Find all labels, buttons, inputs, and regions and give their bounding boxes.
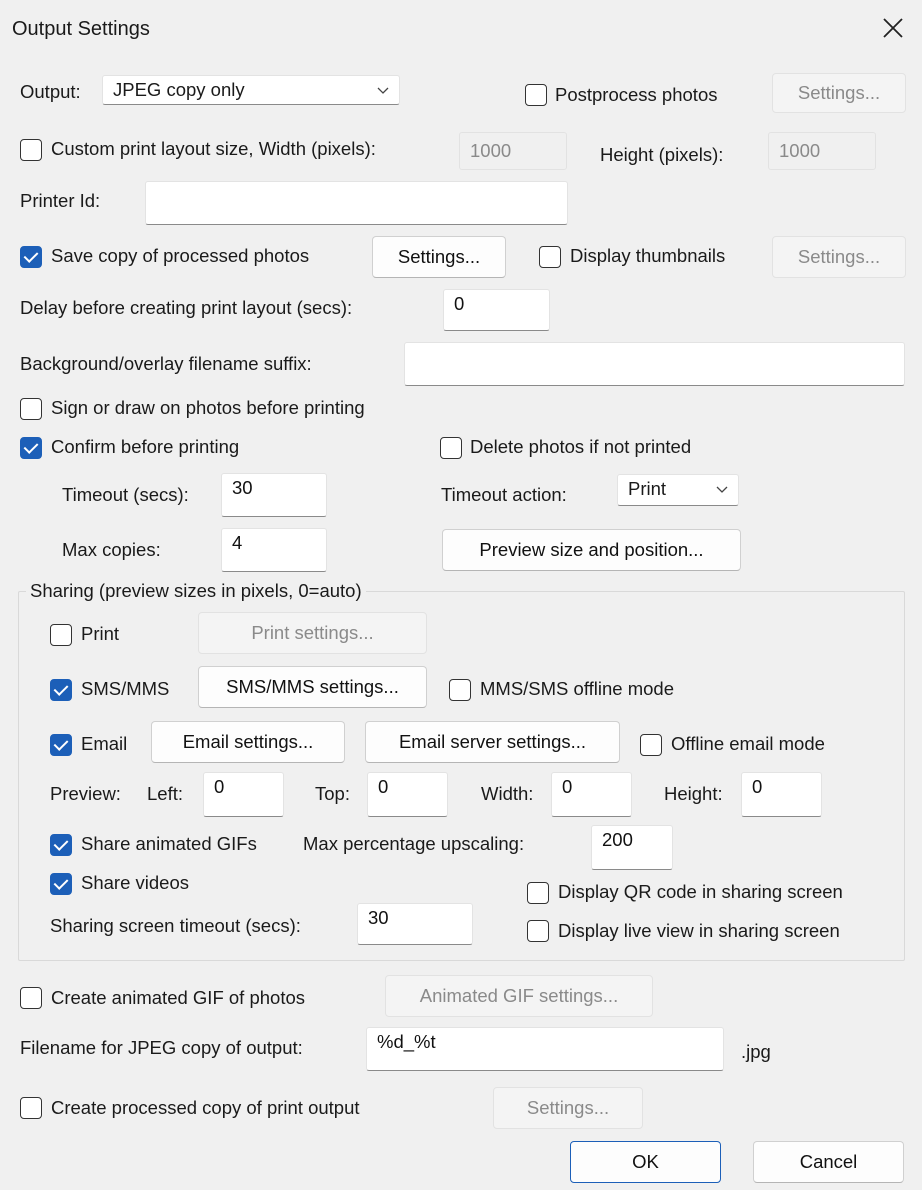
screen-timeout-label: Sharing screen timeout (secs):	[50, 915, 301, 936]
custom-width-input[interactable]: 1000	[459, 132, 567, 170]
animated-gif-label: Create animated GIF of photos	[51, 987, 305, 1008]
confirm-label: Confirm before printing	[51, 436, 240, 457]
custom-height-input[interactable]: 1000	[768, 132, 876, 170]
display-thumbnails-checkbox[interactable]	[539, 246, 561, 268]
sms-offline-checkbox[interactable]	[449, 679, 471, 701]
share-gifs-checkbox[interactable]	[50, 834, 72, 856]
chevron-down-icon	[377, 87, 389, 94]
screen-timeout-input[interactable]: 30	[357, 903, 473, 945]
save-copy-settings-button[interactable]: Settings...	[372, 236, 506, 278]
qr-code-checkbox[interactable]	[527, 882, 549, 904]
sms-offline-label: MMS/SMS offline mode	[480, 678, 674, 699]
timeout-action-select[interactable]: Print	[617, 474, 739, 506]
share-videos-label: Share videos	[81, 872, 189, 893]
delete-not-printed-label: Delete photos if not printed	[470, 436, 692, 457]
timeout-input[interactable]: 30	[221, 473, 327, 517]
preview-width-label: Width:	[481, 783, 534, 804]
confirm-checkbox[interactable]	[20, 437, 42, 459]
upscale-input[interactable]: 200	[591, 825, 673, 870]
share-print-label: Print	[81, 623, 120, 644]
share-sms-label: SMS/MMS	[81, 678, 170, 699]
printer-id-input[interactable]	[145, 181, 568, 225]
sms-settings-button[interactable]: SMS/MMS settings...	[198, 666, 427, 708]
print-settings-button[interactable]: Print settings...	[198, 612, 427, 654]
suffix-input[interactable]	[404, 342, 905, 386]
qr-code-label: Display QR code in sharing screen	[558, 881, 843, 902]
share-videos-checkbox[interactable]	[50, 873, 72, 895]
ok-button[interactable]: OK	[570, 1141, 721, 1183]
sharing-group-title: Sharing (preview sizes in pixels, 0=auto…	[26, 578, 366, 604]
preview-top-input[interactable]: 0	[367, 772, 448, 817]
display-thumbnails-settings-button[interactable]: Settings...	[772, 236, 906, 278]
max-copies-input[interactable]: 4	[221, 528, 327, 572]
output-select[interactable]: JPEG copy only	[102, 75, 400, 105]
delete-not-printed-checkbox[interactable]	[440, 437, 462, 459]
custom-layout-checkbox[interactable]	[20, 139, 42, 161]
email-offline-checkbox[interactable]	[640, 734, 662, 756]
close-button[interactable]	[876, 12, 910, 44]
postprocess-label: Postprocess photos	[555, 84, 718, 105]
sign-draw-checkbox[interactable]	[20, 398, 42, 420]
timeout-action-value: Print	[628, 478, 667, 499]
timeout-action-label: Timeout action:	[441, 484, 567, 505]
preview-label: Preview:	[50, 783, 121, 804]
preview-height-label: Height:	[664, 783, 723, 804]
preview-left-label: Left:	[147, 783, 183, 804]
filename-suffix: .jpg	[741, 1041, 771, 1062]
processed-copy-label: Create processed copy of print output	[51, 1097, 360, 1118]
preview-width-input[interactable]: 0	[551, 772, 632, 817]
preview-top-label: Top:	[315, 783, 350, 804]
window-title: Output Settings	[12, 18, 150, 40]
save-copy-checkbox[interactable]	[20, 246, 42, 268]
upscale-label: Max percentage upscaling:	[303, 833, 525, 854]
live-view-label: Display live view in sharing screen	[558, 920, 840, 941]
animated-gif-checkbox[interactable]	[20, 987, 42, 1009]
delay-input[interactable]: 0	[443, 289, 550, 331]
share-print-checkbox[interactable]	[50, 624, 72, 646]
email-server-settings-button[interactable]: Email server settings...	[365, 721, 620, 763]
live-view-checkbox[interactable]	[527, 920, 549, 942]
delay-label: Delay before creating print layout (secs…	[20, 297, 353, 318]
share-email-checkbox[interactable]	[50, 734, 72, 756]
custom-layout-label: Custom print layout size, Width (pixels)…	[51, 138, 376, 159]
email-settings-button[interactable]: Email settings...	[151, 721, 345, 763]
display-thumbnails-label: Display thumbnails	[570, 245, 726, 266]
timeout-label: Timeout (secs):	[62, 484, 189, 505]
output-selected-value: JPEG copy only	[113, 79, 245, 100]
chevron-down-icon	[716, 486, 728, 493]
preview-left-input[interactable]: 0	[203, 772, 284, 817]
share-email-label: Email	[81, 733, 128, 754]
email-offline-label: Offline email mode	[671, 733, 825, 754]
share-sms-checkbox[interactable]	[50, 679, 72, 701]
sign-draw-label: Sign or draw on photos before printing	[51, 397, 365, 418]
animated-gif-settings-button[interactable]: Animated GIF settings...	[385, 975, 653, 1017]
suffix-label: Background/overlay filename suffix:	[20, 353, 312, 374]
processed-copy-checkbox[interactable]	[20, 1097, 42, 1119]
printer-id-label: Printer Id:	[20, 190, 101, 211]
postprocess-checkbox[interactable]	[525, 84, 547, 106]
share-gifs-label: Share animated GIFs	[81, 833, 257, 854]
preview-size-position-button[interactable]: Preview size and position...	[442, 529, 741, 571]
filename-label: Filename for JPEG copy of output:	[20, 1037, 303, 1058]
output-label: Output:	[20, 81, 81, 102]
save-copy-label: Save copy of processed photos	[51, 245, 310, 266]
filename-input[interactable]: %d_%t	[366, 1027, 724, 1071]
postprocess-settings-button[interactable]: Settings...	[772, 73, 906, 113]
close-icon	[883, 18, 903, 38]
preview-height-input[interactable]: 0	[741, 772, 822, 817]
max-copies-label: Max copies:	[62, 539, 161, 560]
processed-copy-settings-button[interactable]: Settings...	[493, 1087, 643, 1129]
cancel-button[interactable]: Cancel	[753, 1141, 904, 1183]
custom-height-label: Height (pixels):	[600, 144, 724, 165]
